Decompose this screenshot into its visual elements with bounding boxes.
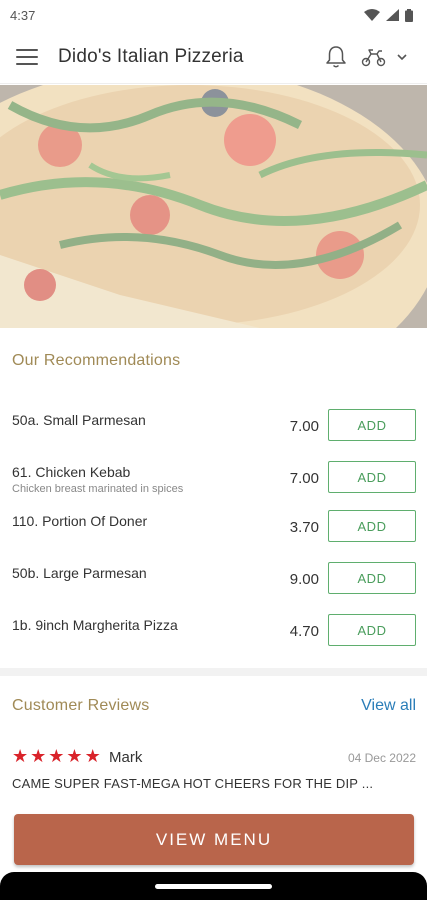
app-bar: Dido's Italian Pizzeria [0,30,427,84]
status-bar: 4:37 [0,0,427,30]
home-handle[interactable] [155,884,272,889]
item-name: 61. Chicken Kebab [12,464,131,480]
item-price: 4.70 [289,623,319,640]
list-item: 50b. Large Parmesan 9.00 ADD [0,562,427,602]
star-icon: ★ [66,746,83,766]
list-item: 50a. Small Parmesan 7.00 ADD [0,409,427,449]
system-nav-bar [0,872,427,900]
item-name: 110. Portion Of Doner [12,513,148,529]
hero-pizza-image [0,85,427,328]
reviewer-name: Mark [109,749,143,766]
star-icon: ★ [30,746,47,766]
star-rating: ★ ★ ★ ★ ★ [12,746,101,766]
menu-icon[interactable] [16,48,38,65]
app-bar-actions [325,45,411,69]
item-name: 50a. Small Parmesan [12,412,146,428]
delivery-scooter-icon [361,48,386,66]
signal-icon [386,9,399,21]
view-menu-button[interactable]: VIEW MENU [14,814,414,865]
list-item: 110. Portion Of Doner 3.70 ADD [0,510,427,550]
item-price: 7.00 [289,470,319,487]
battery-icon [405,8,413,22]
recommendations-title: Our Recommendations [12,352,181,369]
list-item: 1b. 9inch Margherita Pizza 4.70 ADD [0,614,427,654]
bell-icon [326,45,346,67]
reviews-title: Customer Reviews [12,697,150,714]
add-button[interactable]: ADD [328,409,416,441]
page-title: Dido's Italian Pizzeria [58,45,244,67]
add-button[interactable]: ADD [328,614,416,646]
item-price: 9.00 [289,571,319,588]
add-button[interactable]: ADD [328,461,416,493]
review-date: 04 Dec 2022 [347,751,416,765]
item-name: 1b. 9inch Margherita Pizza [12,617,178,633]
order-mode-selector[interactable] [361,47,411,67]
item-name: 50b. Large Parmesan [12,565,147,581]
add-button[interactable]: ADD [328,510,416,542]
status-icons [364,8,413,22]
wifi-icon [364,9,380,21]
star-icon: ★ [48,746,65,766]
review-text: CAME SUPER FAST-MEGA HOT CHEERS FOR THE … [12,776,374,791]
status-time: 4:37 [10,7,36,23]
item-description: Chicken breast marinated in spices [12,483,184,495]
view-all-link[interactable]: View all [361,697,416,715]
star-icon: ★ [12,746,29,766]
section-divider [0,668,427,676]
item-price: 3.70 [289,519,319,536]
star-icon: ★ [84,746,101,766]
notifications-button[interactable] [325,45,347,69]
item-price: 7.00 [289,418,319,435]
chevron-down-icon [397,53,407,60]
list-item: 61. Chicken Kebab Chicken breast marinat… [0,461,427,501]
add-button[interactable]: ADD [328,562,416,594]
